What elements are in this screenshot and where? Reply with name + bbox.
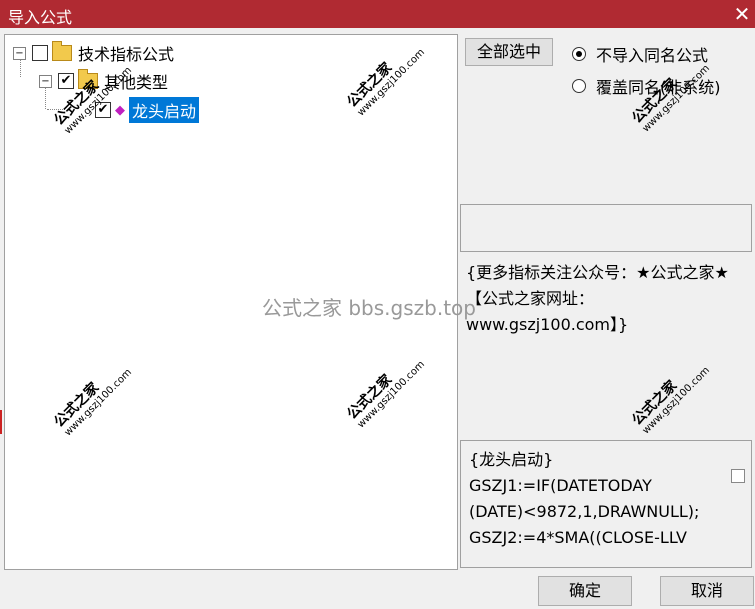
code-preview[interactable]: {龙头启动} GSZJ1:=IF(DATETODAY (DATE)<9872,1… bbox=[460, 440, 752, 568]
code-line: {龙头启动} bbox=[469, 450, 554, 469]
collapse-icon[interactable]: − bbox=[39, 74, 52, 88]
radio-button[interactable] bbox=[572, 79, 586, 93]
window-title: 导入公式 bbox=[8, 8, 73, 27]
radio-button[interactable] bbox=[572, 47, 586, 61]
close-icon[interactable]: ✕ bbox=[729, 0, 755, 28]
root-checkbox[interactable] bbox=[32, 45, 48, 61]
code-line: (DATE)<9872,1,DRAWNULL); bbox=[469, 502, 700, 521]
code-checkbox[interactable] bbox=[731, 469, 745, 483]
tree-node-formula[interactable]: ✔ ◆ 龙头启动 bbox=[95, 97, 200, 123]
formula-description: {更多指标关注公众号：★公式之家★ 【公式之家网址：www.gszj100.co… bbox=[466, 263, 729, 334]
tree-node-label-selected[interactable]: 龙头启动 bbox=[129, 97, 200, 123]
info-box bbox=[460, 204, 752, 252]
category-checkbox[interactable]: ✔ bbox=[58, 73, 74, 89]
watermark: 公式之家 www.gszj100.com bbox=[629, 364, 713, 437]
select-all-button[interactable]: 全部选中 bbox=[465, 38, 553, 66]
code-line: GSZJ2:=4*SMA((CLOSE-LLV bbox=[469, 528, 687, 547]
cancel-button[interactable]: 取消 bbox=[660, 576, 754, 606]
tree-node-root[interactable]: − 技术指标公式 bbox=[13, 41, 174, 65]
folder-icon bbox=[52, 41, 72, 61]
code-text: {龙头启动} GSZJ1:=IF(DATETODAY (DATE)<9872,1… bbox=[469, 447, 723, 551]
ok-button[interactable]: 确定 bbox=[538, 576, 632, 606]
side-marker bbox=[0, 410, 2, 434]
tree-node-label: 技术指标公式 bbox=[78, 45, 175, 64]
formula-icon: ◆ bbox=[115, 102, 125, 118]
center-watermark: 公式之家 bbs.gszb.top bbox=[262, 296, 476, 320]
title-bar: 导入公式 ✕ bbox=[0, 0, 755, 28]
code-line: GSZJ1:=IF(DATETODAY bbox=[469, 476, 652, 495]
collapse-icon[interactable]: − bbox=[13, 46, 26, 60]
